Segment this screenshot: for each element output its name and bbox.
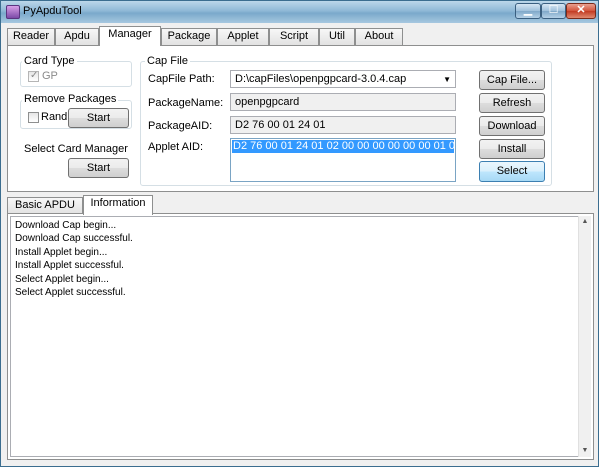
log-line: Download Cap begin... [15,220,117,231]
gp-checkbox[interactable]: ✓ [28,70,39,82]
remove-packages-start-button[interactable]: Start [68,108,129,128]
app-icon [6,5,20,19]
app-window: PyApduTool ▁ ☐ ✕ Reader Apdu Manager Pac… [0,0,599,467]
tab-basic-apdu[interactable]: Basic APDU [7,197,83,214]
install-button[interactable]: Install [479,139,545,159]
remove-packages-label: Remove Packages [22,93,119,105]
package-aid-label: PackageAID: [148,120,213,132]
select-card-manager-label: Select Card Manager [24,143,128,155]
log-line: Install Applet begin... [15,246,108,258]
applet-aid-list[interactable]: D2 76 00 01 24 01 02 00 00 00 00 00 00 0… [230,138,456,182]
tab-information[interactable]: Information [83,195,153,215]
cap-file-label: Cap File [145,55,190,67]
select-button[interactable]: Select [479,161,545,182]
log-line: Select Applet successful. [15,287,126,299]
chevron-down-icon: ▼ [443,75,451,84]
capfile-path-value: D:\capFiles\openpgpcard-3.0.4.cap [235,73,407,85]
tab-manager[interactable]: Manager [99,26,161,46]
tab-about[interactable]: About [355,28,403,45]
download-button[interactable]: Download [479,116,545,136]
package-name-field[interactable]: openpgpcard [230,93,456,111]
manager-panel: Card Type ✓ GP Remove Packages Rand Star… [7,45,594,192]
log-scrollbar[interactable]: ▲ ▼ [578,216,591,457]
card-type-label: Card Type [22,55,77,67]
log-line: Download Cap successful. [15,233,133,245]
title-bar[interactable]: PyApduTool ▁ ☐ ✕ [1,1,598,23]
log-output[interactable]: Download Cap begin... Download Cap succe… [10,216,580,457]
log-line: Select Applet begin... [15,273,109,285]
tab-script[interactable]: Script [269,28,319,45]
close-icon: ✕ [576,4,586,16]
tab-apdu[interactable]: Apdu [55,28,99,45]
close-button[interactable]: ✕ [566,3,596,19]
capfile-path-label: CapFile Path: [148,73,215,85]
check-icon: ✓ [30,70,39,81]
rand-checkbox-label: Rand [41,111,68,123]
minimize-icon: ▁ [523,4,533,16]
window-title: PyApduTool [23,5,82,17]
refresh-button[interactable]: Refresh [479,93,545,113]
package-aid-field[interactable]: D2 76 00 01 24 01 [230,116,456,134]
scroll-up-icon[interactable]: ▲ [579,216,591,228]
package-name-label: PackageName: [148,97,224,109]
gp-checkbox-label: GP [42,70,58,82]
tab-reader[interactable]: Reader [7,28,55,45]
log-line: Install Applet successful. [15,260,124,272]
scroll-down-icon[interactable]: ▼ [579,445,591,457]
applet-aid-selected-item[interactable]: D2 76 00 01 24 01 02 00 00 00 00 00 00 0… [232,140,454,153]
rand-checkbox[interactable] [28,112,39,123]
maximize-icon: ☐ [548,4,559,16]
tab-util[interactable]: Util [319,28,355,45]
minimize-button[interactable]: ▁ [515,3,541,19]
tab-applet[interactable]: Applet [217,28,269,45]
select-card-manager-start-button[interactable]: Start [68,158,129,178]
applet-aid-label: Applet AID: [148,141,204,153]
information-panel: Download Cap begin... Download Cap succe… [7,213,594,460]
tab-package[interactable]: Package [161,28,217,45]
maximize-button[interactable]: ☐ [541,3,566,19]
cap-file-button[interactable]: Cap File... [479,70,545,90]
capfile-path-combo[interactable]: D:\capFiles\openpgpcard-3.0.4.cap ▼ [230,70,456,88]
